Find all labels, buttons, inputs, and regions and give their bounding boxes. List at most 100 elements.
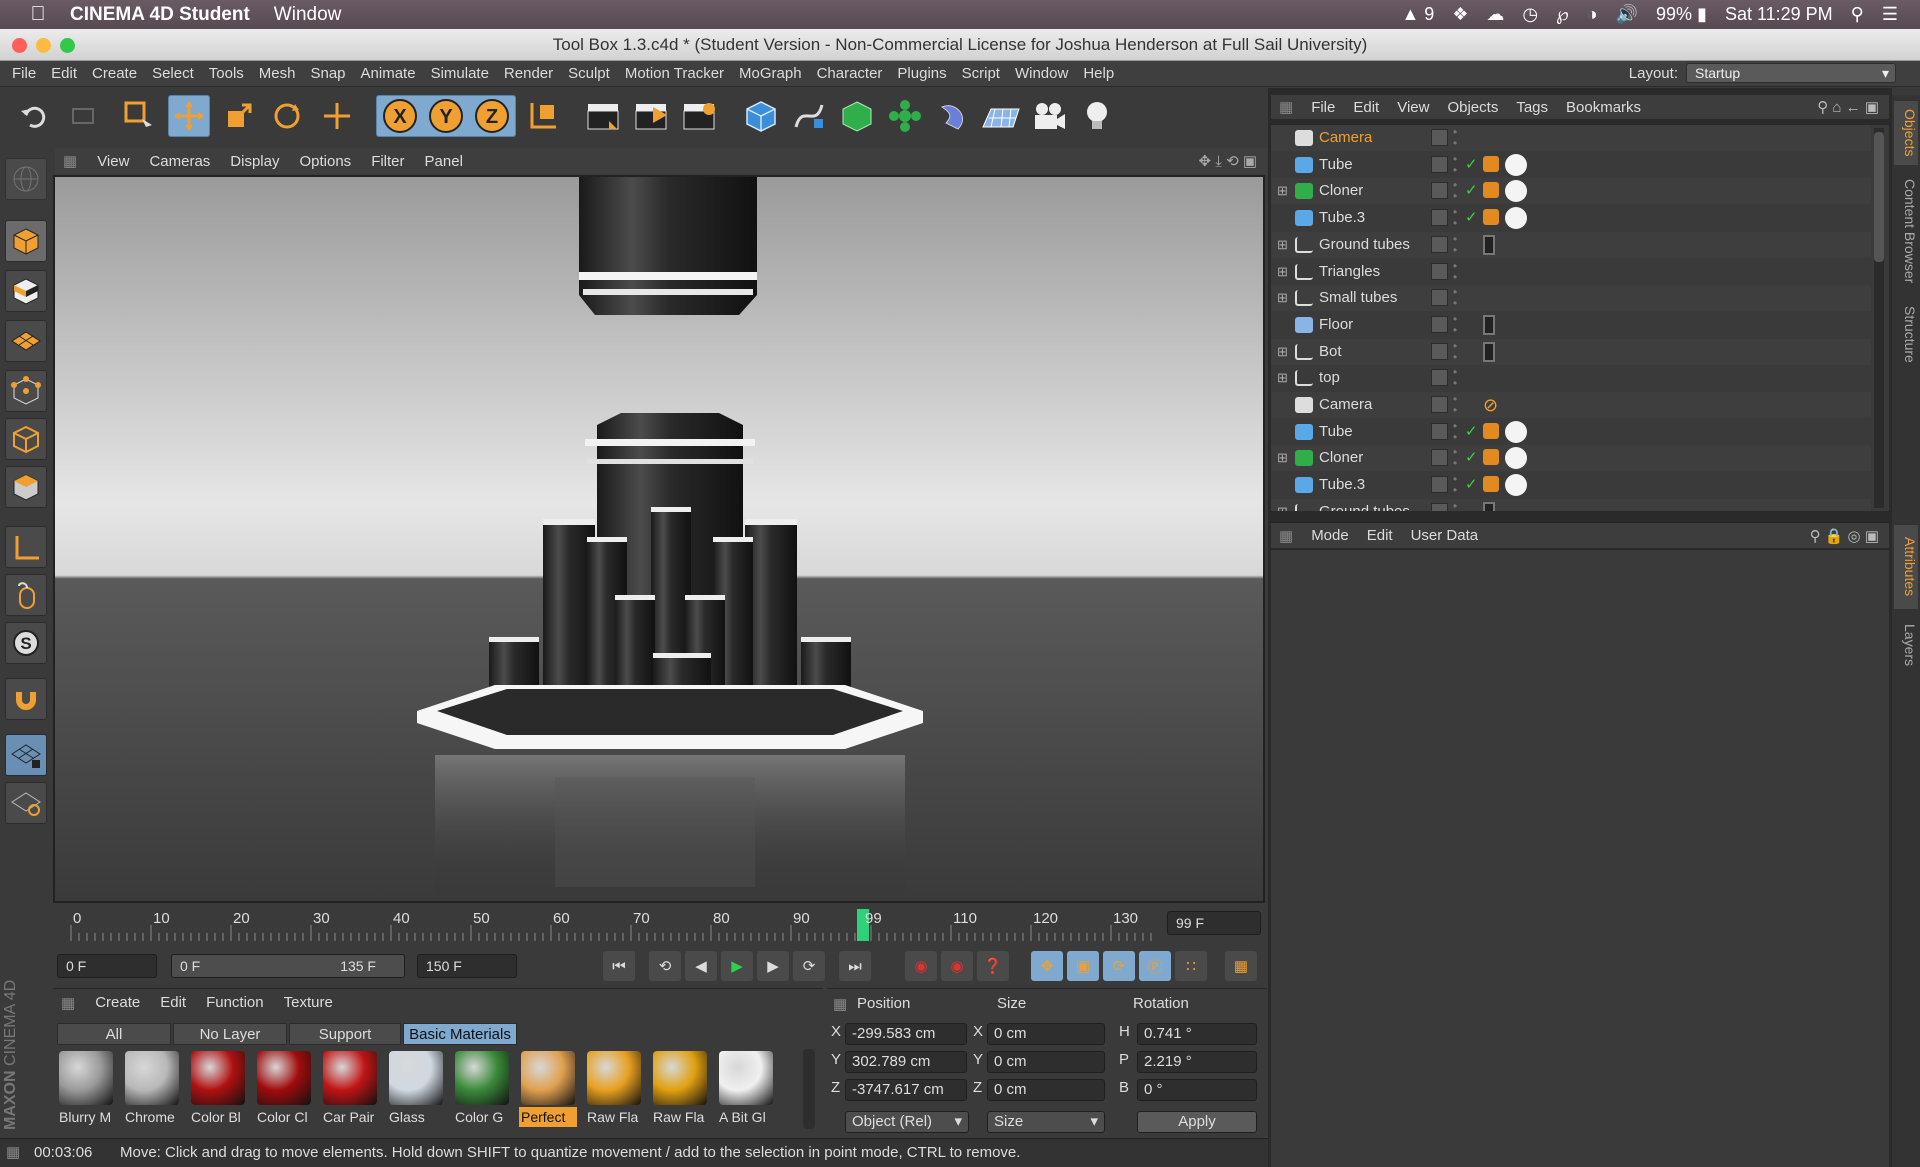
time-machine-icon[interactable]: ◷ — [1522, 4, 1538, 25]
axis-mode-button[interactable] — [5, 526, 47, 568]
go-to-end-button[interactable]: ⏭ — [839, 951, 871, 981]
clock[interactable]: Sat 11:29 PM — [1725, 4, 1833, 25]
object-row[interactable]: Tube.3 • • ✓ — [1271, 472, 1871, 498]
coordinate-mode-dropdown[interactable]: Object (Rel) ▾ — [845, 1111, 969, 1133]
layer-toggle[interactable] — [1431, 182, 1448, 200]
workplane-lock-button[interactable] — [5, 734, 47, 776]
visibility-dots-icon[interactable]: •• — [1453, 393, 1457, 416]
dropbox-icon[interactable]: ❖ — [1452, 4, 1468, 25]
previous-key-button[interactable]: ⟲ — [649, 951, 681, 981]
apply-button[interactable]: Apply — [1137, 1111, 1257, 1133]
position-field[interactable]: -3747.617 cm — [845, 1079, 967, 1101]
compositing-tag-icon[interactable] — [1483, 501, 1495, 511]
tag-icon[interactable] — [1483, 476, 1499, 493]
3d-viewport[interactable] — [53, 175, 1265, 903]
preview-range-slider[interactable]: 0 F 135 F — [171, 954, 405, 978]
attributes-menu-user-data[interactable]: User Data — [1411, 527, 1479, 544]
object-row[interactable]: ⊞ Cloner • • ✓ — [1271, 445, 1871, 472]
expand-toggle-icon[interactable]: ⊞ — [1277, 285, 1288, 311]
key-position-button[interactable]: ✥ — [1031, 951, 1063, 981]
menu-edit[interactable]: Edit — [51, 65, 77, 82]
menu-file[interactable]: File — [12, 65, 36, 82]
key-scale-button[interactable]: ▣ — [1067, 951, 1099, 981]
visibility-dots-icon[interactable]: •• — [1453, 340, 1457, 363]
object-row[interactable]: ⊞ Cloner • • ✓ — [1271, 178, 1871, 205]
object-row[interactable]: Camera • • ⊘ — [1271, 392, 1871, 418]
compositing-tag-icon[interactable] — [1483, 341, 1495, 362]
expand-toggle-icon[interactable]: ⊞ — [1277, 232, 1288, 258]
menu-render[interactable]: Render — [504, 65, 553, 82]
menu-motion-tracker[interactable]: Motion Tracker — [625, 65, 724, 82]
polygons-mode-button[interactable] — [5, 466, 47, 508]
material-tab-no-layer[interactable]: No Layer — [173, 1023, 287, 1045]
undo-button[interactable] — [12, 95, 54, 137]
size-field[interactable]: 0 cm — [987, 1023, 1105, 1045]
visibility-dots-icon[interactable]: •• — [1453, 233, 1457, 256]
material-tab-support[interactable]: Support — [289, 1023, 401, 1045]
menu-character[interactable]: Character — [817, 65, 883, 82]
menu-select[interactable]: Select — [152, 65, 194, 82]
material-scrollbar[interactable] — [803, 1049, 815, 1129]
close-window-button[interactable] — [12, 38, 27, 53]
object-row[interactable]: ⊞ top • • — [1271, 365, 1871, 391]
layer-toggle[interactable] — [1431, 502, 1448, 511]
visibility-dots-icon[interactable]: •• — [1453, 153, 1457, 176]
layer-toggle[interactable] — [1431, 129, 1448, 146]
material-swatch[interactable]: Raw Fla — [585, 1049, 643, 1129]
tag-icon[interactable] — [1483, 182, 1499, 199]
visibility-dots-icon[interactable]: •• — [1453, 500, 1457, 511]
protection-tag-icon[interactable]: ⊘ — [1483, 395, 1498, 415]
menu-animate[interactable]: Animate — [361, 65, 416, 82]
zoom-window-button[interactable] — [60, 38, 75, 53]
enabled-check-icon[interactable]: ✓ — [1465, 419, 1478, 445]
layer-toggle[interactable] — [1431, 262, 1448, 280]
material-swatch[interactable]: Raw Fla — [651, 1049, 709, 1129]
live-selection-button[interactable] — [118, 95, 160, 137]
size-field[interactable]: 0 cm — [987, 1079, 1105, 1101]
autokey-button[interactable]: ◉ — [941, 951, 973, 981]
expand-toggle-icon[interactable]: ⊞ — [1277, 445, 1288, 471]
start-frame-field[interactable]: 0 F — [57, 954, 157, 978]
next-key-button[interactable]: ⟳ — [793, 951, 825, 981]
material-menu-create[interactable]: Create — [95, 994, 140, 1012]
play-button[interactable]: ▶ — [721, 951, 753, 981]
menu-simulate[interactable]: Simulate — [431, 65, 489, 82]
material-swatch[interactable]: Color Bl — [189, 1049, 247, 1129]
texture-mode-button[interactable] — [5, 270, 47, 312]
object-row[interactable]: Camera • • — [1271, 125, 1871, 151]
cloner-button[interactable] — [884, 95, 926, 137]
menu-plugins[interactable]: Plugins — [897, 65, 946, 82]
size-mode-dropdown[interactable]: Size ▾ — [987, 1111, 1105, 1133]
render-settings-button[interactable] — [678, 95, 720, 137]
attributes-menu-mode[interactable]: Mode — [1311, 527, 1349, 544]
object-row[interactable]: ⊞ Triangles • • — [1271, 259, 1871, 285]
end-frame-field[interactable]: 150 F — [417, 954, 517, 978]
material-swatch[interactable]: Glass — [387, 1049, 445, 1129]
expand-toggle-icon[interactable]: ⊞ — [1277, 365, 1288, 391]
floor-button[interactable] — [980, 95, 1022, 137]
cube-primitive-button[interactable] — [740, 95, 782, 137]
visibility-dots-icon[interactable]: •• — [1453, 420, 1457, 443]
notification-badge[interactable]: ▲ 9 — [1401, 4, 1434, 25]
position-field[interactable]: 302.789 cm — [845, 1051, 967, 1073]
visibility-dots-icon[interactable]: •• — [1453, 179, 1457, 202]
material-swatch[interactable]: Car Pair — [321, 1049, 379, 1129]
move-tool-button[interactable] — [168, 95, 210, 137]
enabled-check-icon[interactable]: ✓ — [1465, 205, 1478, 231]
edges-mode-button[interactable] — [5, 418, 47, 460]
visibility-dots-icon[interactable]: •• — [1453, 286, 1457, 309]
material-tag-icon[interactable] — [1505, 153, 1527, 176]
material-swatch[interactable]: Color Cl — [255, 1049, 313, 1129]
layer-toggle[interactable] — [1431, 155, 1448, 173]
object-row[interactable]: Tube • • ✓ — [1271, 419, 1871, 445]
workplane-mode-button[interactable] — [5, 320, 47, 362]
volume-icon[interactable]: 🔊 — [1616, 4, 1638, 25]
deformer-button[interactable] — [932, 95, 974, 137]
apple-icon[interactable]:  — [28, 3, 48, 26]
menu-script[interactable]: Script — [962, 65, 1000, 82]
expand-toggle-icon[interactable]: ⊞ — [1277, 178, 1288, 204]
material-tag-icon[interactable] — [1505, 474, 1527, 497]
object-menu-view[interactable]: View — [1397, 99, 1429, 116]
attributes-tools[interactable]: ⚲ 🔒 ◎ ▣ — [1810, 527, 1879, 545]
tag-icon[interactable] — [1483, 209, 1499, 226]
